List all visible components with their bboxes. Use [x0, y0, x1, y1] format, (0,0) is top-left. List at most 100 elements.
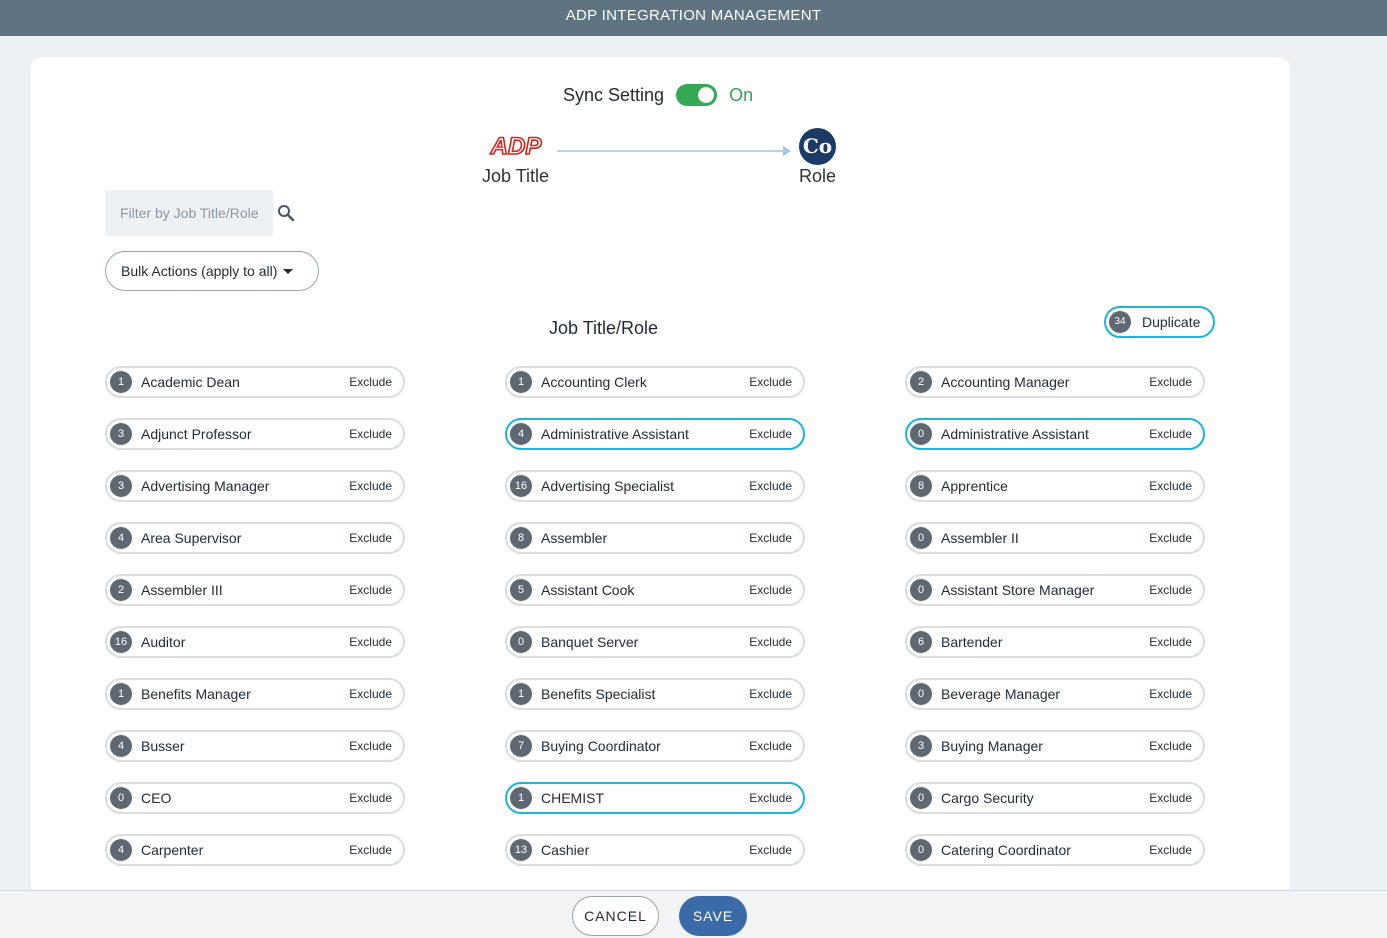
exclude-button[interactable]: Exclude	[1149, 531, 1192, 545]
exclude-button[interactable]: Exclude	[749, 635, 792, 649]
exclude-button[interactable]: Exclude	[749, 791, 792, 805]
job-title-pill[interactable]: 16 Advertising Specialist Exclude	[505, 470, 805, 502]
job-title-pill[interactable]: 1 Academic Dean Exclude	[105, 366, 405, 398]
job-title-pill[interactable]: 3 Advertising Manager Exclude	[105, 470, 405, 502]
job-title-label: Buying Coordinator	[541, 738, 661, 754]
bulk-actions-label: Bulk Actions (apply to all)	[121, 263, 278, 279]
exclude-button[interactable]: Exclude	[749, 427, 792, 441]
job-title-label: Administrative Assistant	[541, 426, 689, 442]
exclude-button[interactable]: Exclude	[749, 739, 792, 753]
employee-count-badge: 2	[910, 371, 932, 393]
job-title-label: Accounting Clerk	[541, 374, 647, 390]
job-title-pill[interactable]: 0 Administrative Assistant Exclude	[905, 418, 1205, 450]
exclude-button[interactable]: Exclude	[1149, 479, 1192, 493]
duplicate-filter-button[interactable]: 34 Duplicate	[1104, 306, 1215, 338]
job-title-pill[interactable]: 16 Auditor Exclude	[105, 626, 405, 658]
job-title-pill[interactable]: 13 Cashier Exclude	[505, 834, 805, 866]
employee-count-badge: 1	[510, 683, 532, 705]
caret-down-icon	[283, 268, 294, 274]
app-header: ADP INTEGRATION MANAGEMENT	[0, 0, 1387, 36]
exclude-button[interactable]: Exclude	[749, 687, 792, 701]
job-title-pill[interactable]: 4 Carpenter Exclude	[105, 834, 405, 866]
employee-count-badge: 4	[110, 527, 132, 549]
job-title-pill[interactable]: 0 CEO Exclude	[105, 782, 405, 814]
filter-input[interactable]	[105, 190, 273, 236]
exclude-button[interactable]: Exclude	[349, 635, 392, 649]
employee-count-badge: 0	[910, 579, 932, 601]
duplicate-count-badge: 34	[1109, 311, 1131, 333]
exclude-button[interactable]: Exclude	[349, 791, 392, 805]
job-title-pill[interactable]: 2 Assembler III Exclude	[105, 574, 405, 606]
job-title-pill[interactable]: 3 Adjunct Professor Exclude	[105, 418, 405, 450]
employee-count-badge: 0	[910, 527, 932, 549]
exclude-button[interactable]: Exclude	[349, 427, 392, 441]
job-title-label: Cargo Security	[941, 790, 1034, 806]
employee-count-badge: 1	[110, 371, 132, 393]
exclude-button[interactable]: Exclude	[349, 687, 392, 701]
exclude-button[interactable]: Exclude	[749, 531, 792, 545]
cancel-button[interactable]: CANCEL	[572, 896, 659, 936]
job-title-pill[interactable]: 0 Cargo Security Exclude	[905, 782, 1205, 814]
exclude-button[interactable]: Exclude	[749, 583, 792, 597]
exclude-button[interactable]: Exclude	[349, 583, 392, 597]
exclude-button[interactable]: Exclude	[349, 531, 392, 545]
job-title-pill[interactable]: 0 Catering Coordinator Exclude	[905, 834, 1205, 866]
job-title-pill[interactable]: 2 Accounting Manager Exclude	[905, 366, 1205, 398]
exclude-button[interactable]: Exclude	[1149, 583, 1192, 597]
job-title-pill[interactable]: 1 Accounting Clerk Exclude	[505, 366, 805, 398]
exclude-button[interactable]: Exclude	[349, 739, 392, 753]
exclude-button[interactable]: Exclude	[349, 843, 392, 857]
job-title-pill[interactable]: 5 Assistant Cook Exclude	[505, 574, 805, 606]
job-title-pill[interactable]: 0 Assistant Store Manager Exclude	[905, 574, 1205, 606]
job-title-pill[interactable]: 6 Bartender Exclude	[905, 626, 1205, 658]
sync-toggle[interactable]	[676, 84, 718, 106]
exclude-button[interactable]: Exclude	[749, 843, 792, 857]
exclude-button[interactable]: Exclude	[349, 479, 392, 493]
exclude-button[interactable]: Exclude	[1149, 843, 1192, 857]
exclude-button[interactable]: Exclude	[1149, 427, 1192, 441]
exclude-button[interactable]: Exclude	[1149, 635, 1192, 649]
job-title-pill[interactable]: 4 Administrative Assistant Exclude	[505, 418, 805, 450]
job-title-pill[interactable]: 3 Buying Manager Exclude	[905, 730, 1205, 762]
sync-state-label: On	[729, 84, 754, 105]
bulk-actions-dropdown[interactable]: Bulk Actions (apply to all)	[105, 251, 319, 291]
exclude-button[interactable]: Exclude	[349, 375, 392, 389]
job-title-pill[interactable]: 4 Busser Exclude	[105, 730, 405, 762]
adp-logo: ADP	[489, 132, 543, 160]
job-title-pill[interactable]: 0 Assembler II Exclude	[905, 522, 1205, 554]
exclude-button[interactable]: Exclude	[1149, 739, 1192, 753]
job-title-pill[interactable]: 0 Beverage Manager Exclude	[905, 678, 1205, 710]
job-title-label: Banquet Server	[541, 634, 639, 650]
job-title-pill[interactable]: 7 Buying Coordinator Exclude	[505, 730, 805, 762]
employee-count-badge: 0	[910, 787, 932, 809]
search-icon[interactable]	[277, 204, 295, 222]
exclude-button[interactable]: Exclude	[1149, 687, 1192, 701]
save-button[interactable]: SAVE	[679, 896, 747, 936]
job-title-label: Apprentice	[941, 478, 1008, 494]
job-title-label: CHEMIST	[541, 790, 604, 806]
exclude-button[interactable]: Exclude	[749, 375, 792, 389]
employee-count-badge: 5	[510, 579, 532, 601]
employee-count-badge: 8	[910, 475, 932, 497]
employee-count-badge: 3	[110, 475, 132, 497]
job-title-pill[interactable]: 8 Assembler Exclude	[505, 522, 805, 554]
job-title-pill[interactable]: 0 Banquet Server Exclude	[505, 626, 805, 658]
job-title-label: Catering Coordinator	[941, 842, 1071, 858]
sync-setting: Sync Setting On	[563, 82, 753, 108]
job-title-pill[interactable]: 8 Apprentice Exclude	[905, 470, 1205, 502]
employee-count-badge: 3	[110, 423, 132, 445]
exclude-button[interactable]: Exclude	[749, 479, 792, 493]
job-title-pill[interactable]: 1 CHEMIST Exclude	[505, 782, 805, 814]
job-title-pill[interactable]: 1 Benefits Specialist Exclude	[505, 678, 805, 710]
job-title-pill[interactable]: 1 Benefits Manager Exclude	[105, 678, 405, 710]
job-title-label: Accounting Manager	[941, 374, 1070, 390]
employee-count-badge: 1	[510, 371, 532, 393]
source-label: Job Title	[482, 166, 550, 186]
job-title-label: Buying Manager	[941, 738, 1043, 754]
exclude-button[interactable]: Exclude	[1149, 791, 1192, 805]
job-title-label: Assistant Cook	[541, 582, 635, 598]
exclude-button[interactable]: Exclude	[1149, 375, 1192, 389]
job-title-label: Advertising Manager	[141, 478, 270, 494]
job-title-pill[interactable]: 4 Area Supervisor Exclude	[105, 522, 405, 554]
duplicate-label: Duplicate	[1142, 314, 1201, 330]
